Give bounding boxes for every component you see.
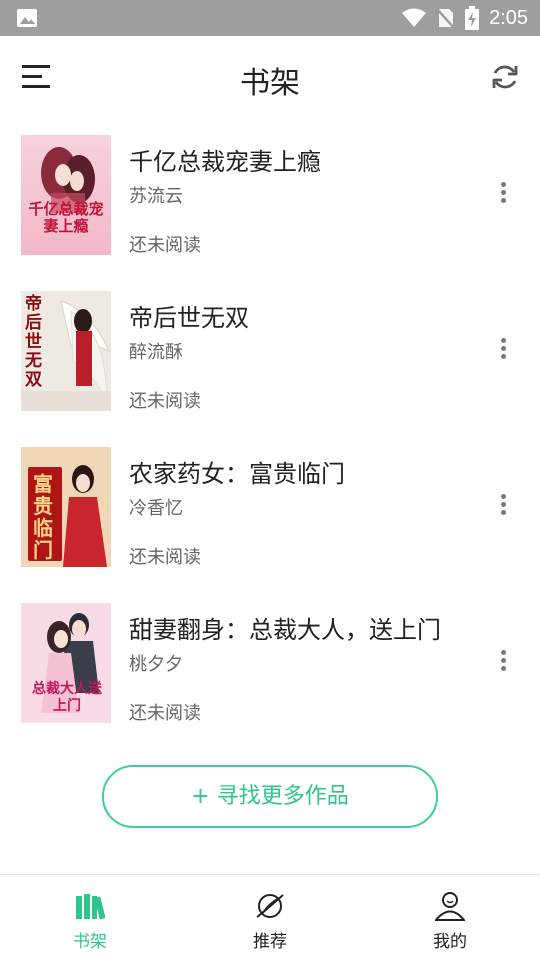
tab-label: 书架 [73, 932, 107, 952]
book-list: 千亿总裁宠妻上瘾 千亿总裁宠妻上瘾 苏流云 还未阅读 帝后世无双 帝后世无双 醉… [0, 118, 540, 742]
battery-charging-icon [465, 6, 480, 30]
tab-mine[interactable]: 我的 [360, 875, 540, 961]
wifi-icon [402, 8, 427, 27]
book-item[interactable]: 帝后世无双 帝后世无双 醉流酥 还未阅读 [0, 274, 540, 430]
book-author: 苏流云 [129, 186, 183, 207]
bookshelf-icon [76, 894, 105, 920]
tab-bookshelf[interactable]: 书架 [0, 875, 180, 961]
book-author: 桃夕夕 [129, 654, 183, 675]
book-cover-title: 富贵临门 [33, 472, 53, 562]
status-time: 2:05 [489, 6, 528, 29]
more-options-icon[interactable] [490, 336, 516, 362]
reading-status: 还未阅读 [129, 391, 201, 412]
book-cover-title: 帝后世无双 [25, 294, 42, 390]
no-sim-icon [437, 8, 456, 29]
more-options-icon[interactable] [490, 180, 516, 206]
reading-status: 还未阅读 [129, 703, 201, 724]
book-cover[interactable]: 总裁大人送上门 [21, 603, 111, 723]
book-title[interactable]: 帝后世无双 [129, 298, 449, 333]
bottom-tab-bar: 书架 推荐 我的 [0, 874, 540, 961]
reading-status: 还未阅读 [129, 235, 201, 256]
app-bar: 书架 [0, 36, 540, 118]
planet-icon [256, 894, 284, 918]
book-cover[interactable]: 帝后世无双 [21, 291, 111, 411]
find-more-button[interactable]: + 寻找更多作品 [102, 765, 438, 828]
page-title: 书架 [240, 66, 300, 101]
book-cover[interactable]: 千亿总裁宠妻上瘾 [21, 135, 111, 255]
book-item[interactable]: 富贵临门 农家药女：富贵临门 冷香忆 还未阅读 [0, 430, 540, 586]
book-author: 冷香忆 [129, 498, 183, 519]
tab-label: 推荐 [253, 932, 287, 952]
book-cover-title: 千亿总裁宠妻上瘾 [28, 200, 104, 235]
tab-label: 我的 [433, 932, 467, 952]
refresh-icon[interactable] [490, 62, 520, 92]
book-title[interactable]: 甜妻翻身：总裁大人，送上门 [129, 610, 449, 645]
book-cover[interactable]: 富贵临门 [21, 447, 111, 567]
book-cover-title: 总裁大人送上门 [32, 681, 102, 714]
book-title[interactable]: 农家药女：富贵临门 [129, 454, 449, 489]
reading-status: 还未阅读 [129, 547, 201, 568]
book-item[interactable]: 千亿总裁宠妻上瘾 千亿总裁宠妻上瘾 苏流云 还未阅读 [0, 118, 540, 274]
book-item[interactable]: 总裁大人送上门 甜妻翻身：总裁大人，送上门 桃夕夕 还未阅读 [0, 586, 540, 742]
more-options-icon[interactable] [490, 492, 516, 518]
tab-recommend[interactable]: 推荐 [180, 875, 360, 961]
more-options-icon[interactable] [490, 648, 516, 674]
book-author: 醉流酥 [129, 342, 183, 363]
status-bar: 2:05 [0, 0, 540, 36]
user-icon [435, 892, 465, 921]
book-title[interactable]: 千亿总裁宠妻上瘾 [129, 142, 449, 177]
image-notification-icon [17, 9, 37, 27]
